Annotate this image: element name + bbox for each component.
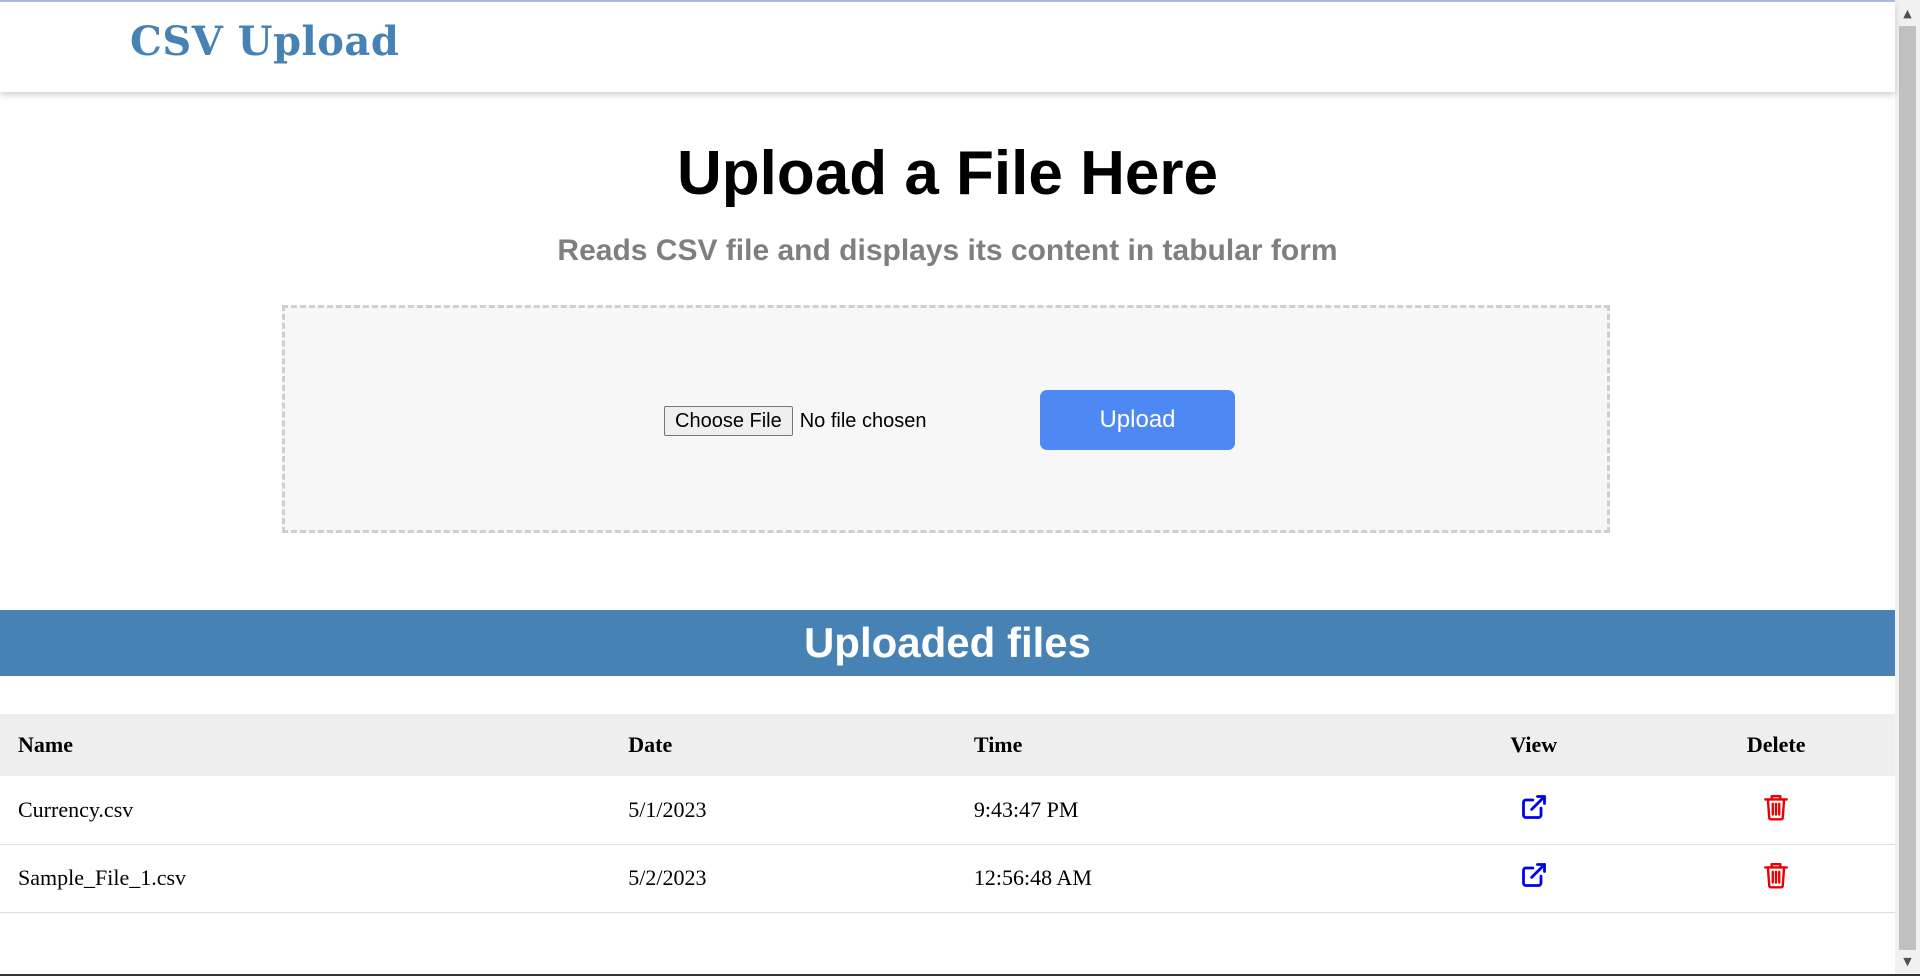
delete-cell <box>1657 776 1895 844</box>
column-header-time: Time <box>973 732 1023 757</box>
upload-dropzone: Choose File No file chosen Upload <box>282 305 1610 533</box>
file-date-cell: 5/1/2023 <box>628 796 707 822</box>
no-file-chosen-label: No file chosen <box>799 409 927 432</box>
vertical-scrollbar[interactable]: ▲ ▼ <box>1895 0 1920 976</box>
files-table: Name Date Time View Delete Currency.csv … <box>0 714 1895 913</box>
file-input[interactable]: Choose File No file chosen <box>664 406 926 436</box>
column-header-date: Date <box>628 732 673 757</box>
file-name-cell: Currency.csv <box>18 796 134 822</box>
upload-button[interactable]: Upload <box>1040 390 1235 450</box>
table-row: Sample_File_1.csv 5/2/2023 12:56:48 AM <box>0 844 1895 912</box>
scrollbar-thumb[interactable] <box>1899 26 1916 950</box>
column-header-view: View <box>1510 732 1558 757</box>
brand-logo[interactable]: CSV Upload <box>130 18 399 65</box>
file-date-cell: 5/2/2023 <box>628 865 707 890</box>
delete-cell <box>1657 844 1895 912</box>
table-header-row: Name Date Time View Delete <box>0 714 1895 776</box>
trash-icon[interactable] <box>1763 861 1789 895</box>
file-time-cell: 9:43:47 PM <box>973 796 1079 822</box>
scroll-down-arrow-icon[interactable]: ▼ <box>1895 952 1920 972</box>
trash-icon[interactable] <box>1763 793 1789 827</box>
file-name-cell: Sample_File_1.csv <box>18 865 187 890</box>
page-title: Upload a File Here <box>677 139 1218 208</box>
navbar: CSV Upload <box>0 2 1895 92</box>
view-cell <box>1410 844 1657 912</box>
page-subtitle: Reads CSV file and displays its content … <box>557 234 1338 267</box>
scroll-up-arrow-icon[interactable]: ▲ <box>1895 4 1920 24</box>
view-cell <box>1410 776 1657 844</box>
column-header-name: Name <box>18 732 73 757</box>
page: CSV Upload Upload a File Here Reads CSV … <box>0 0 1920 976</box>
table-row: Currency.csv 5/1/2023 9:43:47 PM <box>0 776 1895 844</box>
file-time-cell: 12:56:48 AM <box>973 865 1092 890</box>
external-link-icon[interactable] <box>1520 793 1548 827</box>
uploaded-files-heading: Uploaded files <box>0 610 1895 676</box>
column-header-delete: Delete <box>1746 732 1806 757</box>
choose-file-button[interactable]: Choose File <box>664 406 793 436</box>
external-link-icon[interactable] <box>1520 861 1548 895</box>
